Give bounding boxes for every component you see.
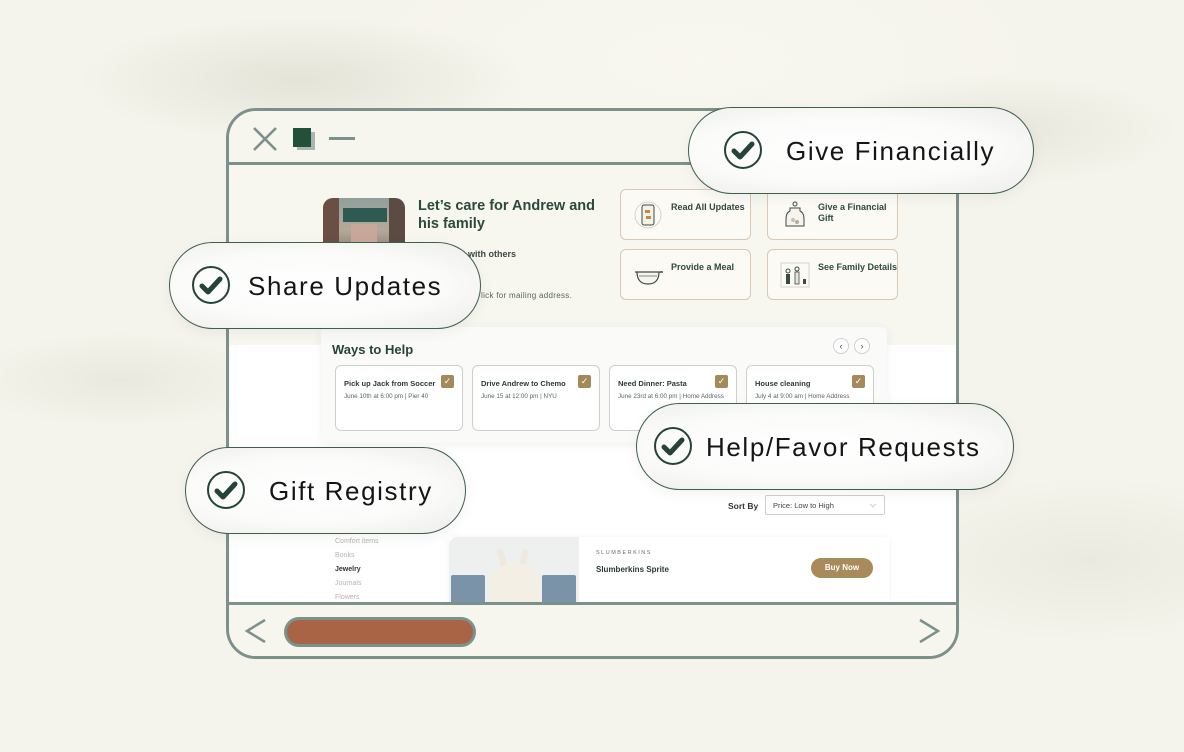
close-icon[interactable]: [251, 125, 279, 153]
action-label: Provide a Meal: [671, 262, 735, 272]
category-books[interactable]: Books: [335, 549, 379, 563]
category-jewelry[interactable]: Jewelry: [335, 563, 379, 577]
chevron-right-icon[interactable]: [916, 617, 942, 645]
sort-by-value: Price: Low to High: [773, 501, 834, 510]
action-label: Give a Financial Gift: [818, 202, 887, 223]
checkbox-checked[interactable]: ✓: [441, 375, 454, 388]
give-financial-gift-card[interactable]: Give a Financial Gift: [767, 189, 898, 240]
registry-category-list: Comfort items Books Jewelry Journals Flo…: [335, 535, 379, 605]
sort-by-select[interactable]: Price: Low to High ⌵: [765, 495, 885, 515]
action-label: See Family Details: [818, 262, 898, 272]
money-jar-icon: [785, 201, 805, 227]
checkbox-checked[interactable]: ✓: [578, 375, 591, 388]
check-circle-icon: [654, 427, 692, 465]
feature-pill-share-updates: Share Updates: [169, 242, 481, 329]
product-image[interactable]: [449, 537, 579, 605]
meal-pot-icon: [635, 271, 663, 285]
help-request-detail: June 23rd at 6:00 pm | Home Address: [618, 393, 724, 400]
feature-pill-gift-registry: Gift Registry: [185, 447, 466, 534]
help-request-card[interactable]: Pick up Jack from Soccer June 10th at 6:…: [335, 365, 463, 431]
help-request-detail: June 10th at 6:00 pm | Pier 40: [344, 393, 429, 400]
help-request-detail: June 15 at 12:00 pm | NYU: [481, 393, 557, 400]
feature-pill-help-favor-requests: Help/Favor Requests: [636, 403, 1014, 490]
chevron-down-icon: ⌵: [869, 500, 876, 509]
minimize-icon[interactable]: [329, 137, 355, 141]
scrollbar-thumb[interactable]: [284, 617, 476, 647]
product-name[interactable]: Slumberkins Sprite: [596, 565, 669, 574]
ways-to-help-title: Ways to Help: [332, 342, 414, 357]
feature-label: Help/Favor Requests: [706, 432, 981, 462]
product-brand: SLUMBERKINS: [596, 550, 652, 556]
page-viewport: Let’s care for Andrew and his family age…: [229, 165, 956, 605]
updates-phone-icon: [634, 201, 662, 229]
hero-title: Let’s care for Andrew and his family: [418, 198, 595, 232]
checkbox-checked[interactable]: ✓: [715, 375, 728, 388]
feature-label: Gift Registry: [269, 476, 433, 506]
category-journals[interactable]: Journals: [335, 577, 379, 591]
carousel-next-button[interactable]: ›: [854, 338, 870, 354]
provide-meal-card[interactable]: Provide a Meal: [620, 249, 751, 300]
check-circle-icon: [724, 131, 762, 169]
help-request-title: Need Dinner: Pasta: [618, 379, 687, 388]
product-card: SLUMBERKINS Slumberkins Sprite Buy Now: [449, 537, 889, 605]
checkbox-checked[interactable]: ✓: [852, 375, 865, 388]
feature-label: Give Financially: [786, 136, 996, 166]
check-circle-icon: [207, 471, 245, 509]
mailing-address-link[interactable]: lick for mailing address.: [481, 291, 572, 300]
carousel-prev-button[interactable]: ‹: [833, 338, 849, 354]
family-icon: [780, 262, 810, 288]
help-request-title: House cleaning: [755, 379, 811, 388]
help-request-detail: July 4 at 9:00 am | Home Address: [755, 393, 850, 400]
check-circle-icon: [192, 266, 230, 304]
read-all-updates-card[interactable]: Read All Updates: [620, 189, 751, 240]
feature-label: Share Updates: [248, 271, 443, 301]
action-label: Read All Updates: [671, 202, 745, 212]
chevron-left-icon[interactable]: [243, 617, 269, 645]
category-comfort-items[interactable]: Comfort items: [335, 535, 379, 549]
maximize-icon[interactable]: [291, 126, 317, 152]
scroll-bar: [229, 602, 956, 656]
buy-now-button[interactable]: Buy Now: [811, 558, 873, 578]
help-request-card[interactable]: Drive Andrew to Chemo June 15 at 12:00 p…: [472, 365, 600, 431]
help-request-title: Drive Andrew to Chemo: [481, 379, 566, 388]
help-request-title: Pick up Jack from Soccer: [344, 379, 436, 388]
see-family-details-card[interactable]: See Family Details: [767, 249, 898, 300]
sort-by-label: Sort By: [728, 501, 759, 511]
feature-pill-give-financially: Give Financially: [688, 107, 1034, 194]
